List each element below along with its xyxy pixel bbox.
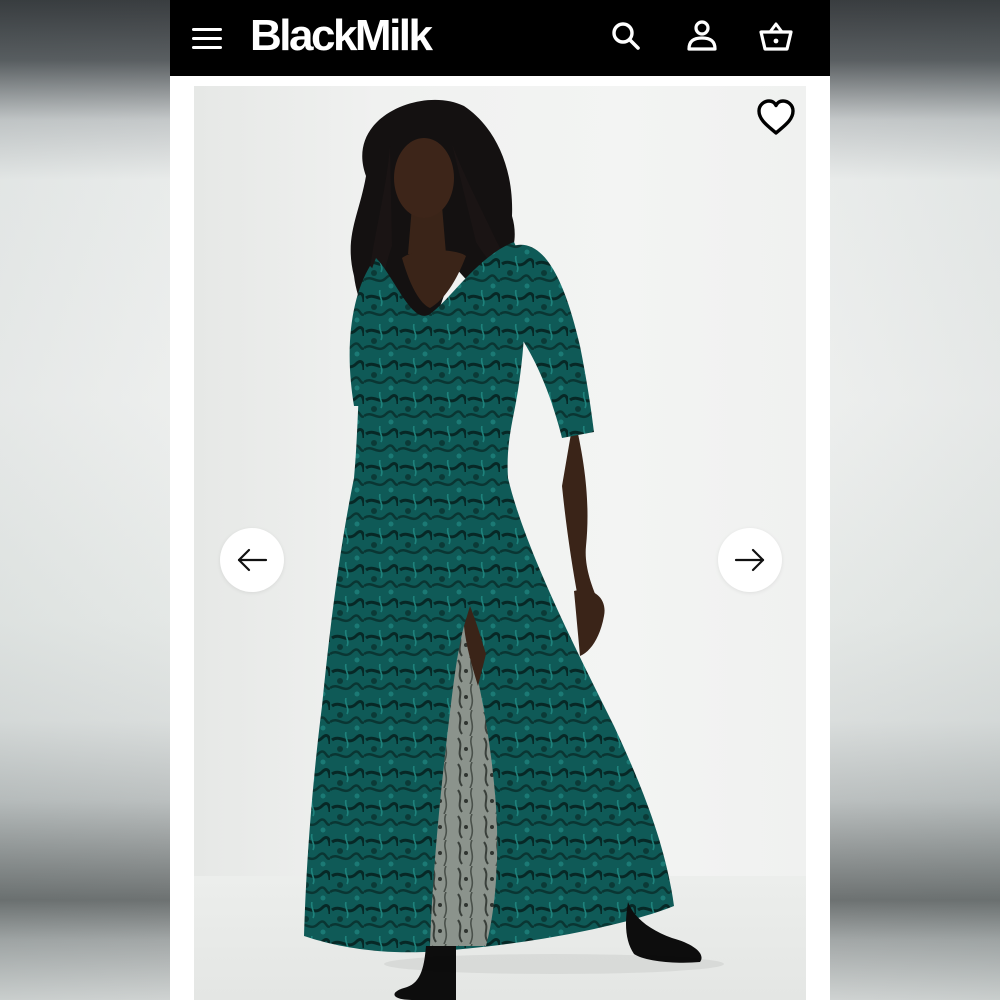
basket-icon[interactable] [756,16,796,56]
brand-logo[interactable]: BlackMilk [250,10,433,62]
arrow-left-icon [237,548,268,572]
product-gallery [170,76,830,1000]
model-in-teal-velvet-dress [194,99,806,1000]
account-icon[interactable] [682,16,722,56]
product-photo[interactable] [194,86,806,1000]
next-image-button[interactable] [718,528,782,592]
previous-image-button[interactable] [220,528,284,592]
hamburger-menu-icon[interactable] [192,20,228,56]
phone-screen: BlackMilk [170,0,830,1000]
search-icon[interactable] [606,16,646,56]
arrow-right-icon [734,548,765,572]
top-navigation-bar: BlackMilk [170,0,830,76]
heart-icon[interactable] [754,96,798,140]
